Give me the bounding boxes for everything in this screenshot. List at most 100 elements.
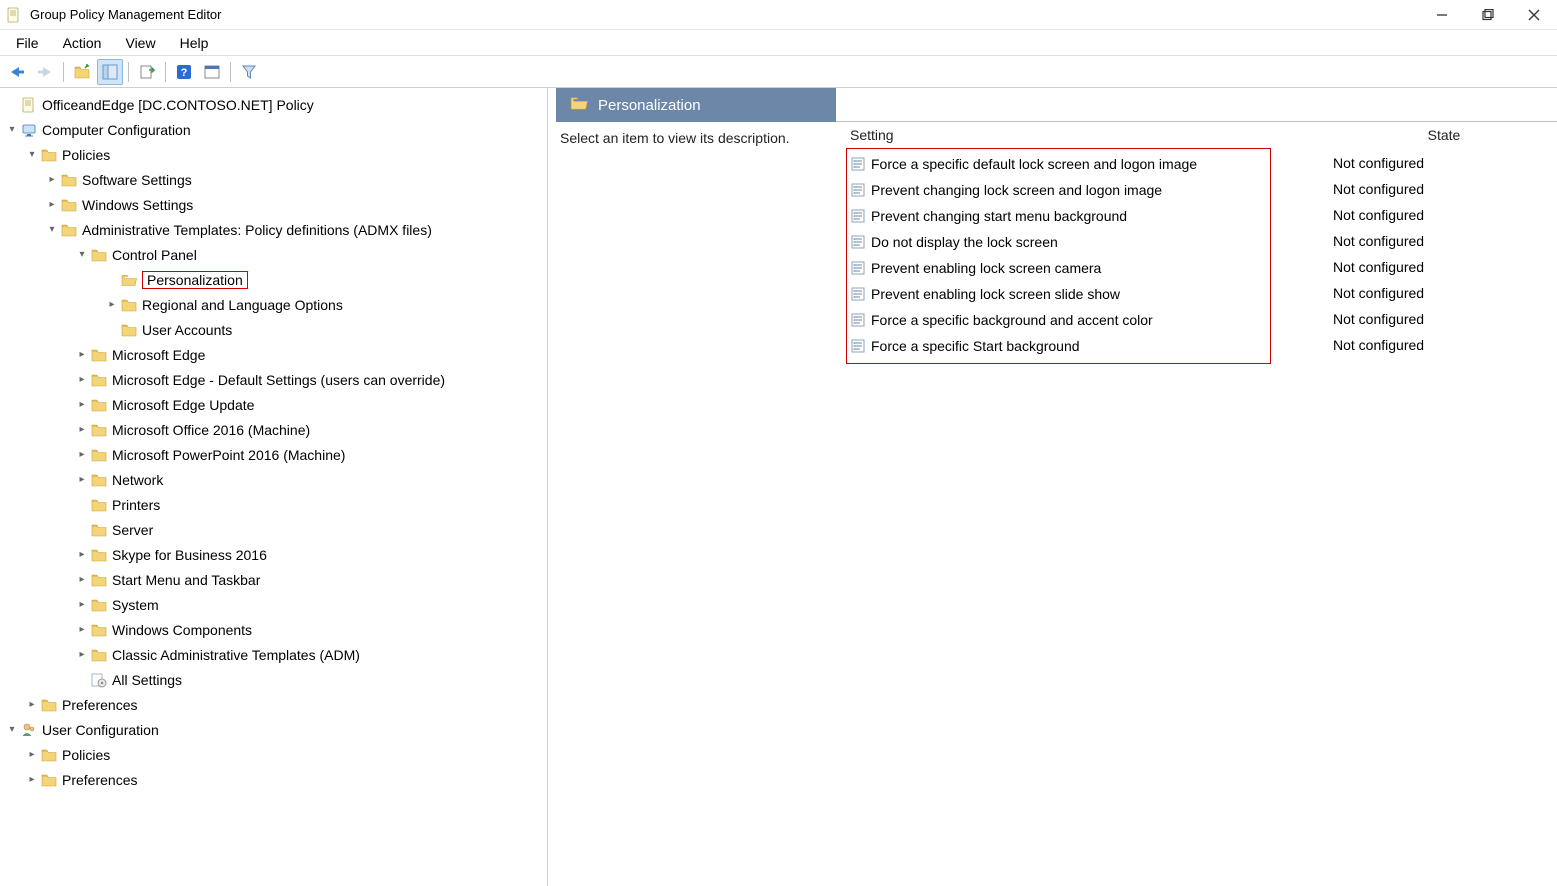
tree-user-preferences[interactable]: ▸ Preferences: [0, 767, 547, 792]
chevron-right-icon[interactable]: ▸: [74, 372, 90, 388]
setting-state: Not configured: [1333, 280, 1424, 306]
chevron-right-icon[interactable]: ▸: [44, 197, 60, 213]
setting-row[interactable]: Prevent enabling lock screen slide show: [849, 281, 1266, 307]
chevron-down-icon[interactable]: ▾: [24, 147, 40, 163]
chevron-right-icon[interactable]: ▸: [24, 697, 40, 713]
chevron-right-icon[interactable]: ▸: [74, 397, 90, 413]
chevron-right-icon[interactable]: ▸: [74, 447, 90, 463]
folder-icon: [90, 372, 108, 388]
setting-row[interactable]: Prevent changing start menu background: [849, 203, 1266, 229]
setting-state: Not configured: [1333, 202, 1424, 228]
chevron-right-icon[interactable]: ▸: [104, 297, 120, 313]
chevron-down-icon[interactable]: ▾: [4, 722, 20, 738]
tree-user-accounts[interactable]: ▸ User Accounts: [0, 317, 547, 342]
chevron-right-icon[interactable]: ▸: [74, 422, 90, 438]
tree-pane[interactable]: ▾ OfficeandEdge [DC.CONTOSO.NET] Policy …: [0, 88, 548, 886]
properties-button[interactable]: [199, 59, 225, 85]
chevron-right-icon[interactable]: ▸: [74, 622, 90, 638]
tree-network[interactable]: ▸ Network: [0, 467, 547, 492]
tree-win-components[interactable]: ▸ Windows Components: [0, 617, 547, 642]
up-button[interactable]: [69, 59, 95, 85]
folder-icon: [40, 697, 58, 713]
column-setting[interactable]: Setting: [846, 127, 1331, 143]
tree-preferences[interactable]: ▸ Preferences: [0, 692, 547, 717]
tree-edge-update[interactable]: ▸ Microsoft Edge Update: [0, 392, 547, 417]
tree-computer-config[interactable]: ▾ Computer Configuration: [0, 117, 547, 142]
chevron-right-icon[interactable]: ▸: [24, 747, 40, 763]
tree-edge[interactable]: ▸ Microsoft Edge: [0, 342, 547, 367]
tree-software-settings[interactable]: ▸ Software Settings: [0, 167, 547, 192]
tree-admin-templates[interactable]: ▾ Administrative Templates: Policy defin…: [0, 217, 547, 242]
setting-name: Force a specific default lock screen and…: [871, 156, 1197, 172]
tree-skype[interactable]: ▸ Skype for Business 2016: [0, 542, 547, 567]
show-hide-tree-button[interactable]: [97, 59, 123, 85]
column-state[interactable]: State: [1331, 127, 1557, 143]
tree-windows-settings[interactable]: ▸ Windows Settings: [0, 192, 547, 217]
folder-open-icon: [120, 272, 138, 288]
folder-icon: [40, 772, 58, 788]
list-header[interactable]: Setting State: [846, 122, 1557, 148]
export-button[interactable]: [134, 59, 160, 85]
tree-startmenu[interactable]: ▸ Start Menu and Taskbar: [0, 567, 547, 592]
title-bar: Group Policy Management Editor: [0, 0, 1557, 30]
menu-action[interactable]: Action: [51, 33, 114, 53]
setting-row[interactable]: Prevent changing lock screen and logon i…: [849, 177, 1266, 203]
settings-list[interactable]: Force a specific default lock screen and…: [846, 148, 1271, 364]
setting-name: Do not display the lock screen: [871, 234, 1058, 250]
setting-name: Prevent changing lock screen and logon i…: [871, 182, 1162, 198]
tree-office-2016[interactable]: ▸ Microsoft Office 2016 (Machine): [0, 417, 547, 442]
tree-root[interactable]: ▾ OfficeandEdge [DC.CONTOSO.NET] Policy: [0, 92, 547, 117]
tree-server[interactable]: ▸ Server: [0, 517, 547, 542]
policy-icon: [849, 208, 867, 224]
help-button[interactable]: ?: [171, 59, 197, 85]
tree-edge-default[interactable]: ▸ Microsoft Edge - Default Settings (use…: [0, 367, 547, 392]
chevron-right-icon[interactable]: ▸: [74, 472, 90, 488]
folder-icon: [90, 572, 108, 588]
setting-row[interactable]: Force a specific Start background: [849, 333, 1266, 359]
tree-classic-adm[interactable]: ▸ Classic Administrative Templates (ADM): [0, 642, 547, 667]
folder-icon: [90, 447, 108, 463]
tree-printers[interactable]: ▸ Printers: [0, 492, 547, 517]
window-title: Group Policy Management Editor: [30, 7, 221, 22]
setting-row[interactable]: Force a specific background and accent c…: [849, 307, 1266, 333]
minimize-button[interactable]: [1419, 0, 1465, 29]
tree-user-config[interactable]: ▾ User Configuration: [0, 717, 547, 742]
filter-button[interactable]: [236, 59, 262, 85]
chevron-right-icon[interactable]: ▸: [74, 547, 90, 563]
chevron-down-icon[interactable]: ▾: [4, 122, 20, 138]
tree-control-panel[interactable]: ▾ Control Panel: [0, 242, 547, 267]
setting-row[interactable]: Do not display the lock screen: [849, 229, 1266, 255]
chevron-right-icon[interactable]: ▸: [74, 647, 90, 663]
details-header: Personalization: [556, 88, 1557, 122]
menu-file[interactable]: File: [4, 33, 51, 53]
menu-help[interactable]: Help: [168, 33, 221, 53]
tree-ppt-2016[interactable]: ▸ Microsoft PowerPoint 2016 (Machine): [0, 442, 547, 467]
forward-button[interactable]: [32, 59, 58, 85]
setting-row[interactable]: Prevent enabling lock screen camera: [849, 255, 1266, 281]
setting-state: Not configured: [1333, 150, 1424, 176]
chevron-right-icon[interactable]: ▸: [44, 172, 60, 188]
chevron-right-icon[interactable]: ▸: [74, 572, 90, 588]
policy-icon: [849, 312, 867, 328]
tree-user-policies[interactable]: ▸ Policies: [0, 742, 547, 767]
computer-icon: [20, 122, 38, 138]
back-button[interactable]: [4, 59, 30, 85]
tree-all-settings[interactable]: ▸ All Settings: [0, 667, 547, 692]
menu-view[interactable]: View: [113, 33, 167, 53]
folder-icon: [90, 347, 108, 363]
setting-name: Prevent enabling lock screen slide show: [871, 286, 1120, 302]
tree-regional[interactable]: ▸ Regional and Language Options: [0, 292, 547, 317]
tree-system[interactable]: ▸ System: [0, 592, 547, 617]
chevron-down-icon[interactable]: ▾: [44, 222, 60, 238]
close-button[interactable]: [1511, 0, 1557, 29]
details-title: Personalization: [598, 97, 701, 114]
chevron-down-icon[interactable]: ▾: [74, 247, 90, 263]
details-pane: Personalization Select an item to view i…: [548, 88, 1557, 886]
chevron-right-icon[interactable]: ▸: [24, 772, 40, 788]
setting-row[interactable]: Force a specific default lock screen and…: [849, 151, 1266, 177]
tree-personalization[interactable]: ▸ Personalization: [0, 267, 547, 292]
chevron-right-icon[interactable]: ▸: [74, 347, 90, 363]
tree-policies[interactable]: ▾ Policies: [0, 142, 547, 167]
maximize-button[interactable]: [1465, 0, 1511, 29]
chevron-right-icon[interactable]: ▸: [74, 597, 90, 613]
